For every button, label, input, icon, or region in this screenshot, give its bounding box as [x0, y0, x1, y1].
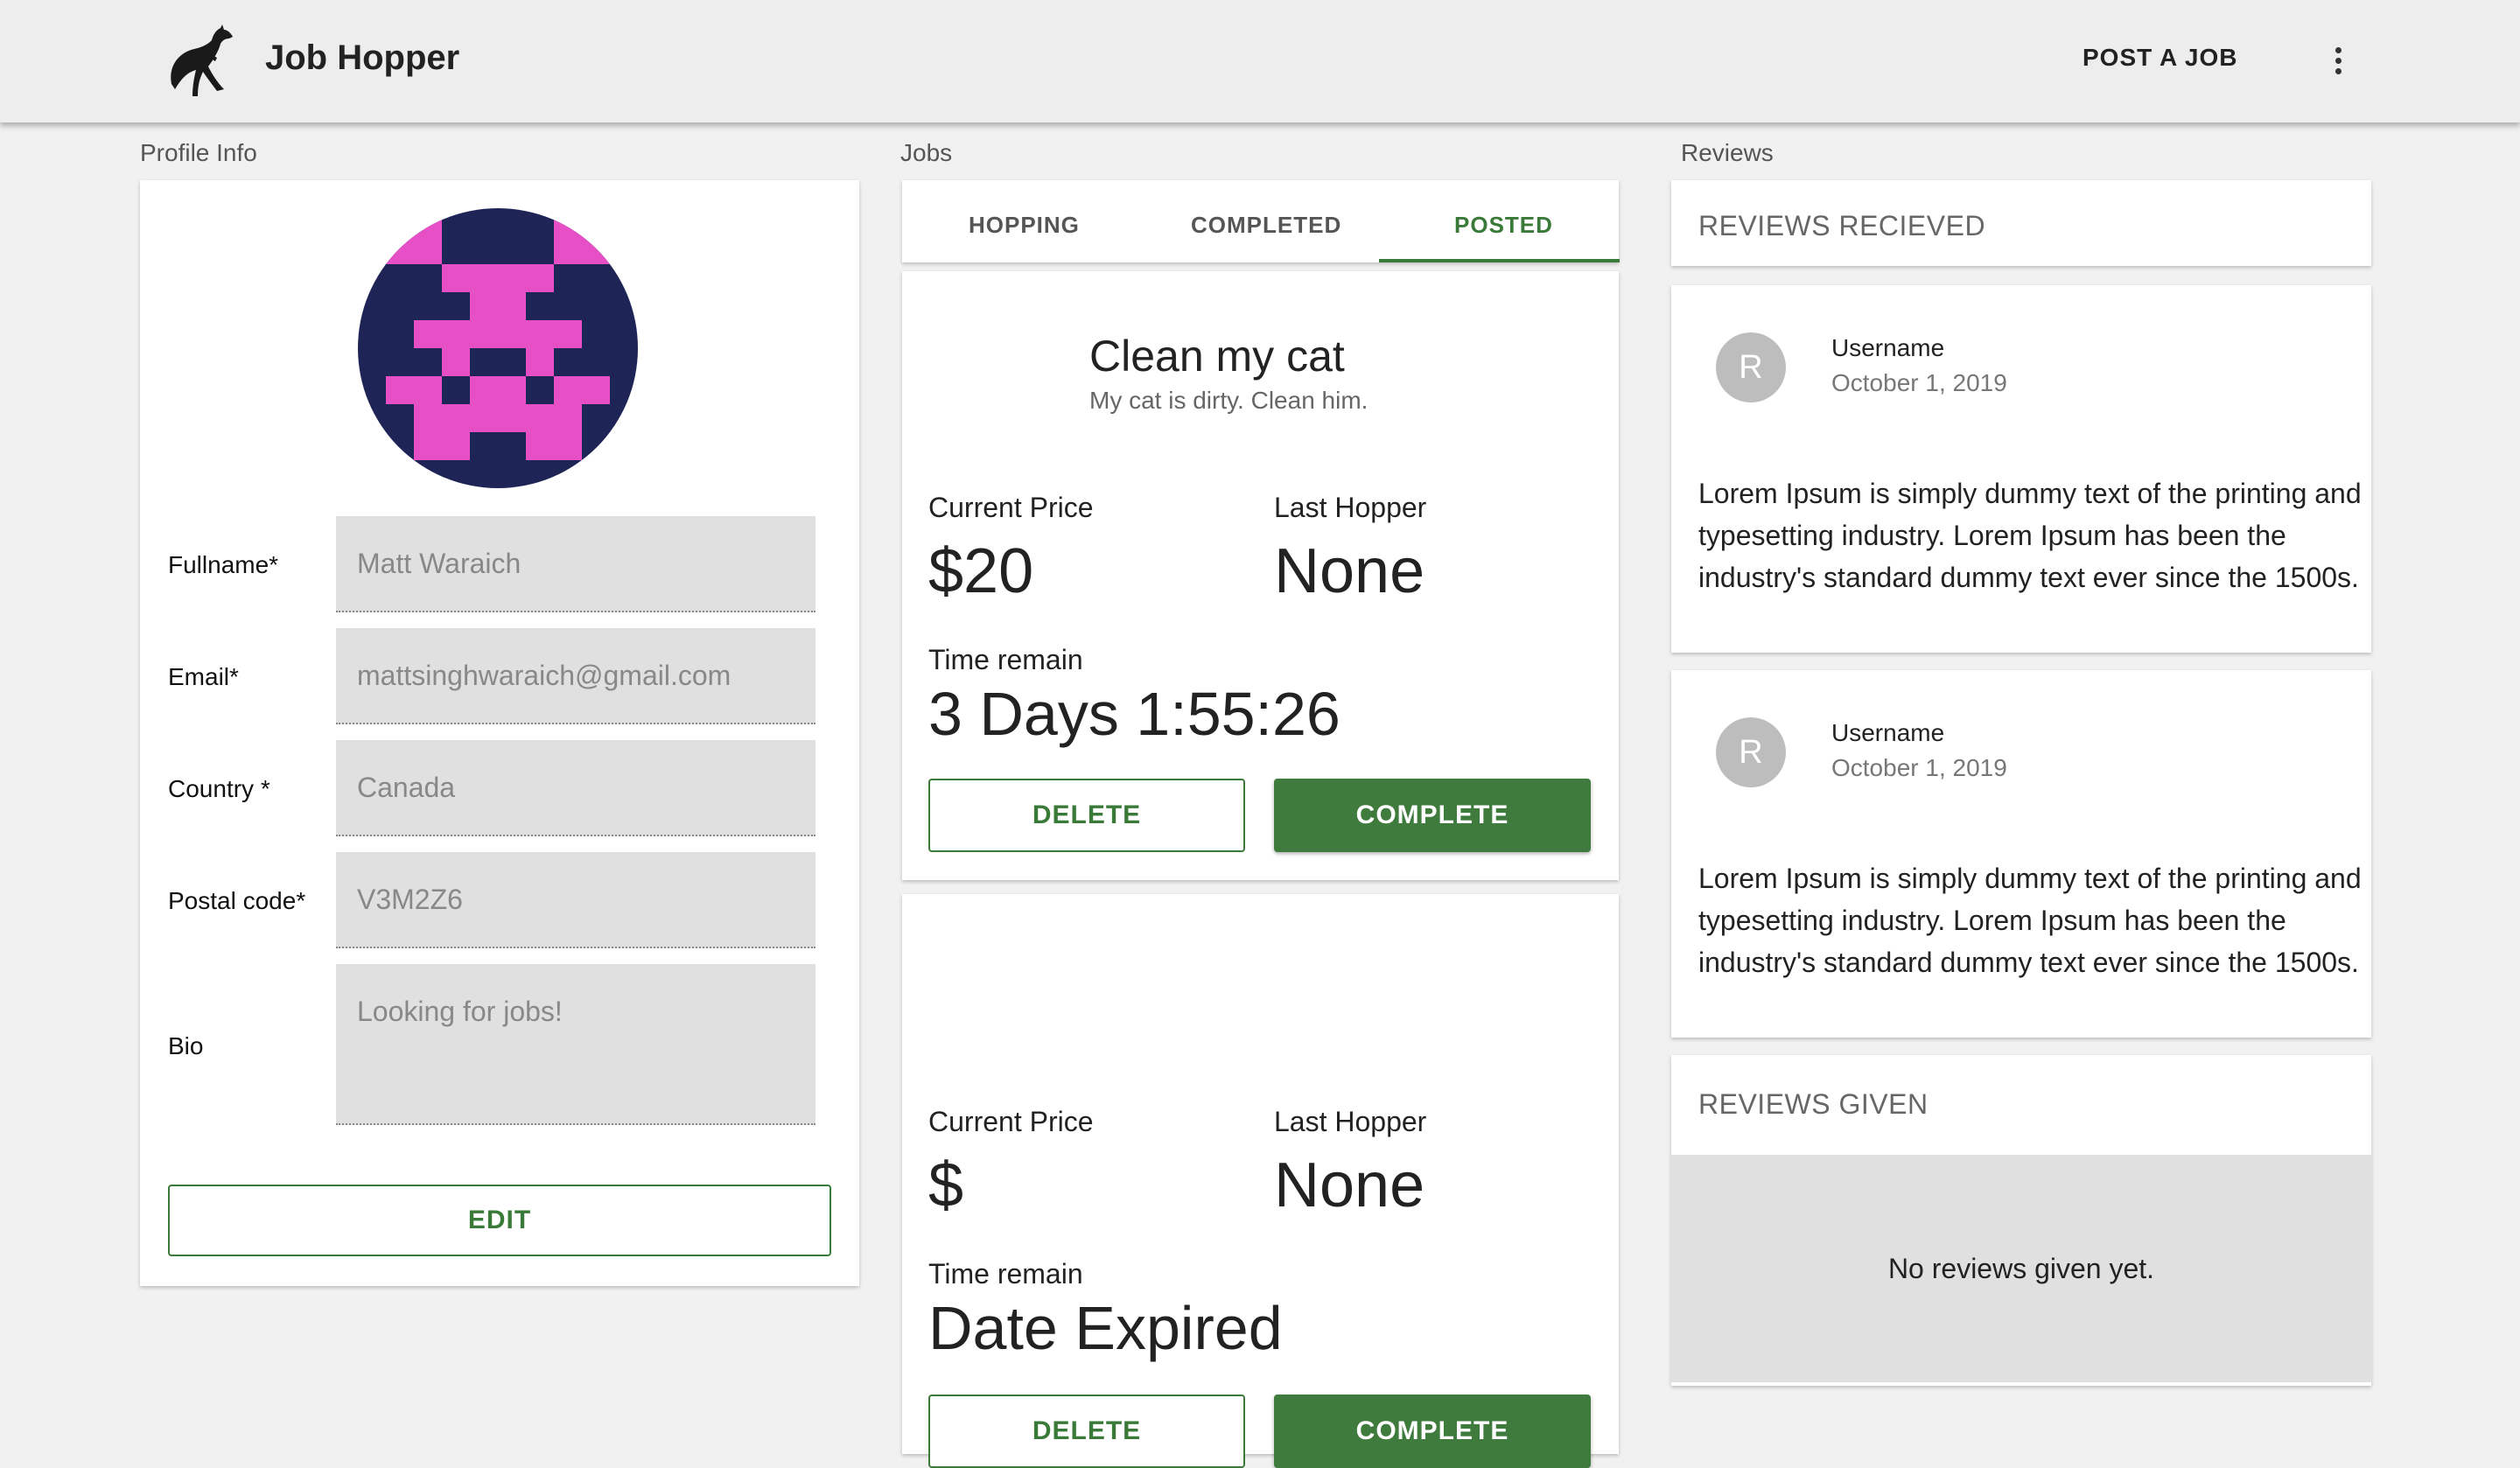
last-hopper-label: Last Hopper	[1274, 1106, 1427, 1137]
jobs-section-label: Jobs	[900, 139, 953, 166]
current-price-value: $20	[928, 536, 1034, 606]
reviews-received-header: REVIEWS RECIEVED	[1671, 180, 2371, 266]
time-remain-label: Time remain	[928, 644, 1083, 675]
delete-button[interactable]: DELETE	[928, 1395, 1245, 1468]
current-price-value: $	[928, 1150, 964, 1220]
job-title: Clean my cat	[1089, 332, 1345, 381]
edit-button[interactable]: EDIT	[168, 1185, 831, 1256]
app-title: Job Hopper	[265, 38, 460, 77]
complete-button[interactable]: COMPLETE	[1274, 779, 1591, 852]
review-card: R Username October 1, 2019 Lorem Ipsum i…	[1671, 285, 2371, 653]
tab-completed[interactable]: COMPLETED	[1191, 212, 1341, 239]
tab-posted[interactable]: POSTED	[1454, 212, 1553, 239]
job-tabs: HOPPING COMPLETED POSTED	[902, 180, 1620, 262]
profile-card: Fullname* Matt Waraich Email* mattsinghw…	[140, 180, 859, 1286]
kangaroo-logo-icon[interactable]	[159, 21, 243, 105]
current-price-label: Current Price	[928, 1106, 1094, 1137]
review-text: Lorem Ipsum is simply dummy text of the …	[1698, 863, 2362, 978]
country-field[interactable]: Canada	[336, 740, 816, 836]
last-hopper-value: None	[1274, 1150, 1425, 1220]
job-card: Current Price Last Hopper $ None Time re…	[902, 894, 1619, 1468]
review-text: Lorem Ipsum is simply dummy text of the …	[1698, 478, 2362, 593]
fullname-label: Fullname*	[168, 551, 279, 578]
profile-section-label: Profile Info	[140, 139, 257, 166]
last-hopper-label: Last Hopper	[1274, 492, 1427, 523]
more-vert-icon[interactable]	[2319, 40, 2357, 82]
time-remain-label: Time remain	[928, 1258, 1083, 1290]
reviewer-username: Username	[1831, 334, 1945, 361]
delete-button[interactable]: DELETE	[928, 779, 1245, 852]
country-label: Country *	[168, 775, 270, 802]
review-date: October 1, 2019	[1831, 754, 2007, 781]
reviewer-username: Username	[1831, 719, 1945, 746]
time-remain-value: 3 Days 1:55:26	[928, 680, 1340, 748]
review-date: October 1, 2019	[1831, 369, 2007, 396]
current-price-label: Current Price	[928, 492, 1094, 523]
reviews-given-empty-text: No reviews given yet.	[1887, 1253, 2155, 1284]
reviewer-avatar: R	[1716, 332, 1786, 402]
last-hopper-value: None	[1274, 536, 1425, 606]
bio-field[interactable]: Looking for jobs!	[336, 964, 816, 1125]
reviews-given-card: REVIEWS GIVEN No reviews given yet.	[1671, 1055, 2371, 1386]
bio-label: Bio	[168, 1032, 204, 1059]
reviews-given-title: REVIEWS GIVEN	[1698, 1088, 1928, 1120]
reviewer-avatar: R	[1716, 717, 1786, 787]
tab-indicator	[1379, 259, 1620, 262]
fullname-field[interactable]: Matt Waraich	[336, 516, 816, 612]
review-card: R Username October 1, 2019 Lorem Ipsum i…	[1671, 670, 2371, 1038]
post-job-button[interactable]: POST A JOB	[2082, 44, 2238, 72]
job-card: Clean my cat My cat is dirty. Clean him.…	[902, 271, 1619, 880]
postal-code-field[interactable]: V3M2Z6	[336, 852, 816, 948]
email-field[interactable]: mattsinghwaraich@gmail.com	[336, 628, 816, 724]
avatar	[358, 208, 638, 488]
time-remain-value: Date Expired	[928, 1294, 1283, 1362]
reviews-section-label: Reviews	[1681, 139, 1774, 166]
complete-button[interactable]: COMPLETE	[1274, 1395, 1591, 1468]
reviews-received-title: REVIEWS RECIEVED	[1698, 210, 1986, 241]
tab-hopping[interactable]: HOPPING	[969, 212, 1080, 239]
email-label: Email*	[168, 663, 239, 690]
job-description: My cat is dirty. Clean him.	[1089, 387, 1368, 414]
app-bar: Job Hopper POST A JOB	[0, 0, 2520, 122]
postal-code-label: Postal code*	[168, 887, 306, 914]
